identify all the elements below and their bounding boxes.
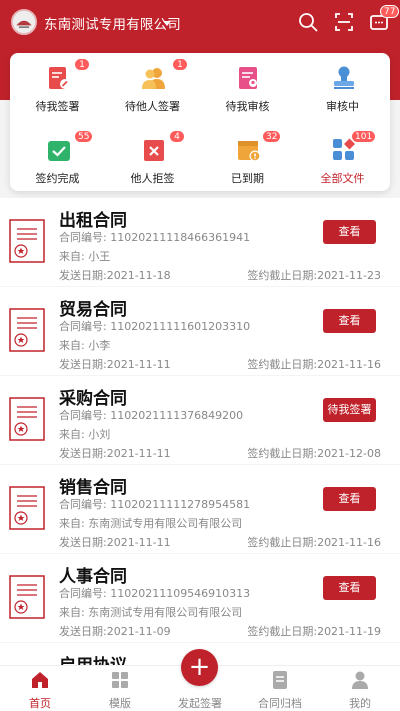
tab-home[interactable]: 首页 xyxy=(0,666,80,711)
category-label: 待他人签署 xyxy=(125,100,180,113)
tab-label: 发起签署 xyxy=(178,697,222,710)
view-button[interactable]: 查看 xyxy=(323,487,376,511)
sign-button[interactable]: 待我签署 xyxy=(323,398,376,422)
contract-number: 合同编号: 11020211111601203310 xyxy=(59,320,251,333)
review-doc-icon xyxy=(236,65,260,91)
company-name[interactable]: 东南测试专用有限公司 xyxy=(44,13,181,33)
category-panel: 1 待我签署 1 待他人签署 待我审核 审核中 55 签约完成 4 他人拒签 3… xyxy=(10,53,390,191)
contract-doc-icon xyxy=(9,397,45,441)
category-label: 已到期 xyxy=(231,172,264,185)
tab-label: 首页 xyxy=(29,697,51,710)
view-button[interactable]: 查看 xyxy=(323,220,376,244)
category-expired[interactable]: 32 已到期 xyxy=(200,130,295,195)
tab-archive[interactable]: 合同归档 xyxy=(240,666,320,711)
category-signed[interactable]: 55 签约完成 xyxy=(10,130,105,195)
category-label: 待我审核 xyxy=(225,100,270,113)
contract-sender: 来自: 东南测试专用有限公司有限公司 xyxy=(59,517,243,530)
expired-icon xyxy=(236,137,261,163)
list-item[interactable]: 采购合同 合同编号: 1102021111376849200 来自: 小刘 发送… xyxy=(0,376,400,464)
list-item[interactable]: 销售合同 合同编号: 11020211111278954581 来自: 东南测试… xyxy=(0,465,400,553)
deadline-date: 签约截止日期:2021-11-19 xyxy=(247,625,381,638)
view-button[interactable]: 查看 xyxy=(323,576,376,600)
tab-label: 我的 xyxy=(349,697,371,710)
count-badge: 55 xyxy=(74,130,94,143)
contract-sender: 来自: 小李 xyxy=(59,339,111,352)
contract-sender: 来自: 小王 xyxy=(59,250,111,263)
deadline-date: 签约截止日期:2021-11-16 xyxy=(247,536,381,549)
contract-sender: 来自: 小刘 xyxy=(59,428,111,441)
tab-label: 合同归档 xyxy=(258,697,302,710)
count-badge: 1 xyxy=(74,58,90,71)
message-badge: 77 xyxy=(380,5,400,18)
sent-date: 发送日期:2021-11-09 xyxy=(59,625,171,638)
check-folder-icon xyxy=(46,137,70,163)
company-logo[interactable] xyxy=(11,9,37,35)
plus-icon[interactable]: + xyxy=(181,649,218,686)
tab-label: 模版 xyxy=(109,697,131,710)
deadline-date: 签约截止日期:2021-12-08 xyxy=(247,447,381,460)
count-badge: 32 xyxy=(262,130,282,143)
sent-date: 发送日期:2021-11-18 xyxy=(59,269,171,282)
count-badge: 1 xyxy=(172,58,188,71)
profile-icon xyxy=(350,670,370,690)
list-item[interactable]: 出租合同 合同编号: 11020211118466361941 来自: 小王 发… xyxy=(0,198,400,286)
contract-title: 人事合同 xyxy=(59,567,127,587)
category-pending-others-sign[interactable]: 1 待他人签署 xyxy=(105,58,200,123)
count-badge: 4 xyxy=(169,130,185,143)
contract-sender: 来自: 东南测试专用有限公司有限公司 xyxy=(59,606,243,619)
chevron-down-icon[interactable] xyxy=(163,21,171,26)
category-pending-my-sign[interactable]: 1 待我签署 xyxy=(10,58,105,123)
category-label: 全部文件 xyxy=(320,172,365,185)
search-icon[interactable] xyxy=(297,11,319,33)
category-label: 他人拒签 xyxy=(130,172,175,185)
stamp-icon xyxy=(331,65,355,91)
home-icon xyxy=(30,670,50,690)
list-item[interactable]: 贸易合同 合同编号: 11020211111601203310 来自: 小李 发… xyxy=(0,287,400,375)
contract-doc-icon xyxy=(9,308,45,352)
all-files-icon xyxy=(331,137,355,163)
reject-icon xyxy=(141,137,165,163)
list-item[interactable]: 人事合同 合同编号: 11020211109546910313 来自: 东南测试… xyxy=(0,554,400,642)
contract-number: 合同编号: 11020211109546910313 xyxy=(59,587,251,600)
contract-doc-icon xyxy=(9,219,45,263)
deadline-date: 签约截止日期:2021-11-16 xyxy=(247,358,381,371)
archive-icon xyxy=(270,670,290,690)
category-rejected[interactable]: 4 他人拒签 xyxy=(105,130,200,195)
contract-title: 采购合同 xyxy=(59,389,127,409)
deadline-date: 签约截止日期:2021-11-23 xyxy=(247,269,381,282)
sent-date: 发送日期:2021-11-11 xyxy=(59,447,171,460)
contract-number: 合同编号: 11020211111278954581 xyxy=(59,498,251,511)
template-icon xyxy=(110,670,130,690)
view-button[interactable]: 查看 xyxy=(323,309,376,333)
category-pending-my-review[interactable]: 待我审核 xyxy=(200,63,295,123)
tab-templates[interactable]: 模版 xyxy=(80,666,160,711)
contract-title: 销售合同 xyxy=(59,478,127,498)
contract-doc-icon xyxy=(9,486,45,530)
contract-number: 合同编号: 11020211118466361941 xyxy=(59,231,251,244)
contract-doc-icon xyxy=(9,575,45,619)
sent-date: 发送日期:2021-11-11 xyxy=(59,358,171,371)
category-label: 待我签署 xyxy=(35,100,80,113)
contract-number: 合同编号: 1102021111376849200 xyxy=(59,409,244,422)
sent-date: 发送日期:2021-11-11 xyxy=(59,536,171,549)
scan-icon[interactable] xyxy=(333,11,355,33)
category-label: 签约完成 xyxy=(35,172,80,185)
sign-doc-icon xyxy=(46,65,70,91)
category-label: 审核中 xyxy=(326,100,359,113)
tab-profile[interactable]: 我的 xyxy=(320,666,400,711)
category-in-review[interactable]: 审核中 xyxy=(295,63,390,123)
category-all-files[interactable]: 101 全部文件 xyxy=(295,130,390,195)
contract-title: 出租合同 xyxy=(59,211,127,231)
count-badge: 101 xyxy=(351,130,377,143)
users-icon xyxy=(141,65,165,91)
contract-title: 贸易合同 xyxy=(59,300,127,320)
